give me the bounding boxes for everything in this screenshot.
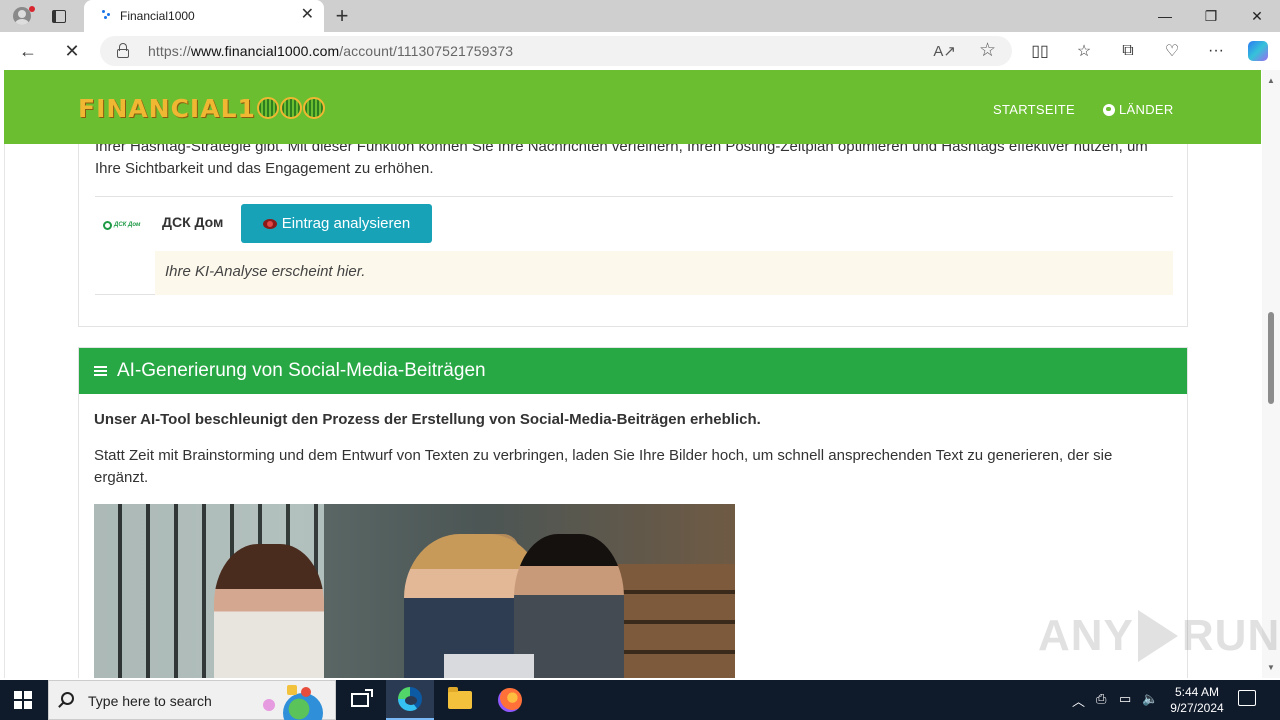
search-highlight-icon [263,685,333,720]
scroll-down-icon[interactable]: ▼ [1267,663,1275,672]
back-arrow-icon[interactable]: ← [16,39,40,63]
divider [95,294,155,295]
read-aloud-icon[interactable]: A↗ [933,42,956,60]
file-explorer-icon[interactable] [436,680,484,720]
tab-close-icon[interactable]: ✕ [301,7,314,23]
panel-lead-text: Unser AI-Tool beschleunigt den Prozess d… [94,411,761,428]
minimize-button[interactable]: — [1142,0,1188,32]
anyrun-watermark: ANY RUN [1038,610,1280,662]
site-header: FINANCIAL1 STARTSEITE LÄNDER [4,70,1261,144]
more-menu-icon[interactable]: ··· [1204,40,1228,62]
nav-laender-label: LÄNDER [1119,102,1174,117]
favorites-icon[interactable]: ☆ [1072,40,1096,62]
browser-toolbar: ← ✕ https://www.financial1000.com/accoun… [0,32,1280,70]
copilot-icon[interactable] [1246,40,1270,62]
address-bar[interactable]: https://www.financial1000.com/account/11… [100,36,1012,66]
firefox-icon[interactable] [486,680,534,720]
search-icon [61,692,74,705]
eye-icon [262,218,277,229]
globe-icon [1103,103,1115,116]
account-logo: ДСК Дом [103,218,147,232]
office-team-image [94,504,735,678]
taskbar-search-box[interactable]: Type here to search [48,680,336,720]
split-screen-icon[interactable]: ▯▯ [1028,40,1052,62]
profile-avatar-icon[interactable] [8,4,36,28]
browser-tab[interactable]: Financial1000 ✕ [84,0,324,32]
collections-icon[interactable]: ⧉ [1116,40,1140,62]
clock-date: 9/27/2024 [1170,701,1224,715]
url-text[interactable]: https://www.financial1000.com/account/11… [148,43,513,59]
ai-analysis-result: Ihre KI-Analyse erscheint hier. [155,251,1173,295]
device-icon[interactable]: ⎙ [1096,691,1106,707]
account-name: ДСК Дом [162,214,224,230]
new-tab-button[interactable]: + [330,3,354,28]
maximize-button[interactable]: ❐ [1188,0,1234,32]
scrollbar-thumb[interactable] [1268,312,1274,404]
windows-start-icon[interactable] [14,691,32,709]
search-placeholder: Type here to search [88,693,212,709]
panel-title: AI-Generierung von Social-Media-Beiträge… [117,360,486,381]
divider [95,196,1173,197]
close-window-button[interactable]: ✕ [1234,0,1280,32]
analyze-entry-button[interactable]: Eintrag analysieren [241,204,432,243]
analyze-button-label: Eintrag analysieren [281,215,411,232]
site-favicon-icon [102,10,112,20]
favorite-star-icon[interactable]: ☆ [979,39,996,62]
scroll-up-icon[interactable]: ▲ [1267,76,1275,85]
tray-overflow-icon[interactable]: ︿ [1072,691,1085,710]
ai-post-generation-panel: AI-Generierung von Social-Media-Beiträge… [78,347,1188,678]
volume-icon[interactable]: 🔈 [1142,691,1158,707]
browser-tab-strip: Financial1000 ✕ + — ❐ ✕ [0,0,1280,32]
financial1000-logo[interactable]: FINANCIAL1 [78,94,325,123]
stop-loading-icon[interactable]: ✕ [60,39,84,63]
network-icon[interactable]: ▭ [1119,691,1131,707]
list-icon [94,366,107,376]
edge-browser-icon[interactable] [386,680,434,720]
tab-actions-icon[interactable] [48,6,70,26]
panel-body-text: Statt Zeit mit Brainstorming und dem Ent… [94,447,1113,486]
lock-icon[interactable] [116,43,130,59]
panel-header: AI-Generierung von Social-Media-Beiträge… [79,348,1187,394]
taskbar-clock[interactable]: 5:44 AM 9/27/2024 [1164,684,1230,716]
clock-time: 5:44 AM [1174,685,1220,699]
nav-laender[interactable]: LÄNDER [1103,102,1174,117]
nav-startseite[interactable]: STARTSEITE [993,102,1075,117]
tab-title: Financial1000 [120,9,195,23]
extensions-icon[interactable]: ♡ [1160,40,1184,62]
windows-taskbar: Type here to search ︿ ⎙ ▭ 🔈 5:44 AM 9/27… [0,680,1280,720]
page-scrollbar[interactable]: ▲ ▼ [1262,70,1280,678]
page-viewport: Ihrer Hashtag-Strategie gibt. Mit dieser… [0,70,1280,678]
notifications-icon[interactable] [1238,690,1256,706]
page-left-border [4,70,5,678]
task-view-icon[interactable] [336,680,384,720]
